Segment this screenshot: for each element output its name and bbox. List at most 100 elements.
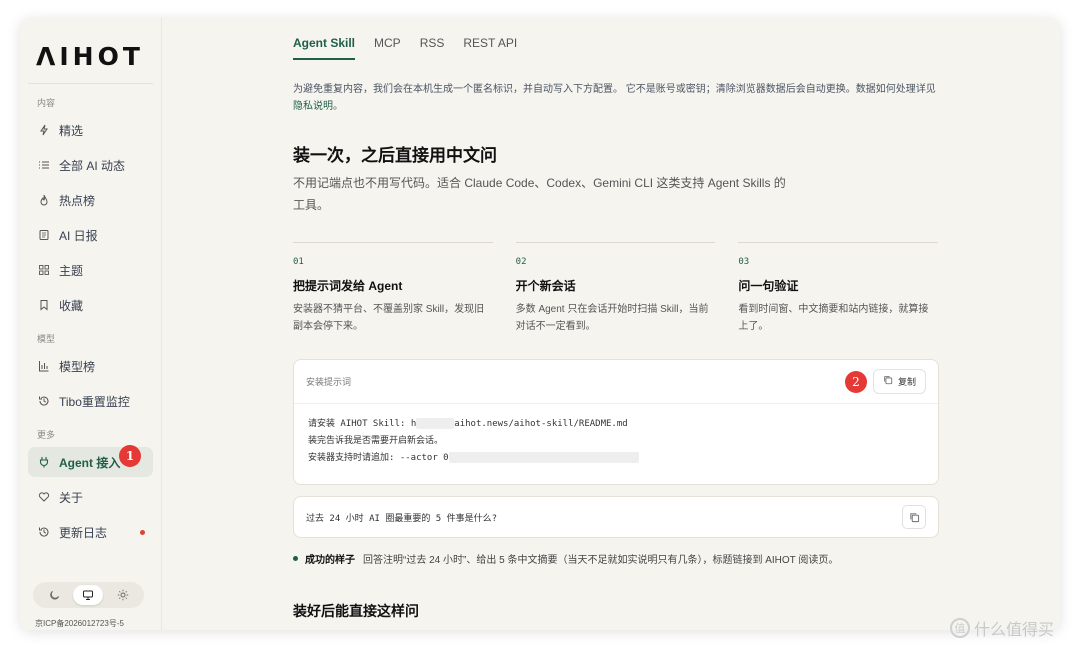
nav-item-all-ai[interactable]: 全部 AI 动态: [28, 150, 153, 180]
success-label: 成功的样子: [305, 555, 355, 566]
nav-item-daily[interactable]: AI 日报: [28, 220, 153, 250]
theme-switch: [33, 582, 144, 608]
bullet-dot: [293, 556, 298, 561]
code-text: aihot.news/aihot-skill/README.md: [454, 419, 628, 429]
nav-item-tibo-monitor[interactable]: Tibo重置监控: [28, 386, 153, 416]
success-note: 成功的样子 回答注明“过去 24 小时”、给出 5 条中文摘要（当天不足就如实说…: [293, 551, 838, 566]
step-desc: 多数 Agent 只在会话开始时扫描 Skill，当前对话不一定看到。: [515, 304, 709, 332]
nav-label: Agent 接入: [59, 455, 121, 470]
nav-label: 精选: [59, 123, 84, 138]
nav-item-featured[interactable]: 精选: [28, 115, 153, 145]
nav-label: 关于: [59, 490, 84, 505]
code-text: 安装器支持时请追加: --actor 0: [308, 453, 449, 463]
nav-item-agent[interactable]: Agent 接入 1: [28, 445, 153, 477]
steps: 01 把提示词发给 Agent 安装器不猜平台、不覆盖别家 Skill，发现旧副…: [293, 242, 939, 335]
example-prompt: 过去 24 小时 AI 圈最重要的 5 件事是什么?: [293, 496, 939, 538]
logo[interactable]: ΛIHOT: [28, 38, 153, 84]
nav-label: 模型榜: [59, 359, 96, 374]
step-desc: 看到时间窗、中文摘要和站内链接，就算接上了。: [738, 304, 929, 332]
flame-icon: [37, 193, 51, 207]
nav-label: 热点榜: [59, 193, 96, 208]
monitor-icon[interactable]: [73, 585, 104, 605]
bookmark-icon: [37, 298, 51, 312]
watermark-icon: 值: [950, 618, 970, 638]
code-line: 装完告诉我是否需要开启新会话。: [308, 436, 444, 446]
grid-icon: [37, 263, 51, 277]
copy-icon[interactable]: [902, 505, 926, 529]
nav-item-topics[interactable]: 主题: [28, 255, 153, 285]
copy-label: 复制: [897, 377, 916, 387]
step-title: 把提示词发给 Agent: [293, 279, 403, 293]
watermark: 值 什么值得买: [950, 616, 1054, 640]
nav-item-hot[interactable]: 热点榜: [28, 185, 153, 215]
success-text: 回答注明“过去 24 小时”、给出 5 条中文摘要（当天不足就如实说明只有几条）…: [363, 555, 839, 566]
install-code-block[interactable]: 请安装 AIHOT Skill: h aihot.news/aihot-skill…: [294, 404, 938, 479]
app-window: ΛIHOT 内容 精选 全部 AI 动态 热点榜 AI 日报 主题 收藏 模型 …: [20, 18, 1060, 630]
copy-button[interactable]: 复制: [872, 369, 926, 394]
tab-agent-skill[interactable]: Agent Skill: [293, 36, 356, 60]
plug-icon: [37, 455, 51, 469]
anonymous-id-notice: 为避免重复内容，我们会在本机生成一个匿名标识，并自动写入下方配置。 它不是账号或…: [293, 81, 941, 115]
notice-text: 为避免重复内容，我们会在本机生成一个匿名标识，并自动写入下方配置。 它不是账号或…: [293, 84, 936, 95]
heart-icon: [37, 490, 51, 504]
nav-label: Tibo重置监控: [59, 394, 130, 409]
code-line: 请安装 AIHOT Skill: h aihot.news/aihot-skill…: [308, 416, 924, 433]
bar-chart-icon: [37, 359, 51, 373]
annotation-badge-1: 1: [119, 445, 141, 467]
code-text: 请安装 AIHOT Skill: h: [308, 419, 417, 429]
step-item: 01 把提示词发给 Agent 安装器不猜平台、不覆盖别家 Skill，发现旧副…: [293, 242, 493, 335]
privacy-link[interactable]: 隐私说明: [293, 101, 333, 112]
sidebar: ΛIHOT 内容 精选 全部 AI 动态 热点榜 AI 日报 主题 收藏 模型 …: [20, 18, 162, 630]
history-icon: [37, 394, 51, 408]
install-prompt-card: 安装提示词 2 复制 请安装 AIHOT Skill: h aihot.news/…: [293, 359, 939, 485]
moon-icon[interactable]: [39, 585, 69, 605]
notice-tail: 。: [333, 101, 343, 112]
icp-license[interactable]: 京ICP备2026012723号-5: [35, 618, 124, 629]
nav-group-more: Agent 接入 1 关于 更新日志: [28, 445, 153, 547]
section-label-model: 模型: [37, 334, 56, 344]
lightning-icon: [37, 123, 51, 137]
card-header: 安装提示词 2 复制: [294, 360, 938, 404]
nav-label: 主题: [59, 263, 84, 278]
nav-label: 全部 AI 动态: [59, 158, 126, 173]
main-content: Agent Skill MCP RSS REST API 为避免重复内容，我们会…: [162, 18, 1060, 630]
annotation-badge-2: 2: [844, 370, 867, 393]
redacted-block: [416, 418, 455, 429]
nav-item-about[interactable]: 关于: [28, 482, 153, 512]
step-title: 开个新会话: [515, 279, 576, 293]
section-label-more: 更多: [37, 430, 56, 440]
nav-label: AI 日报: [59, 228, 98, 243]
code-line: 安装器支持时请追加: --actor 0: [308, 450, 924, 467]
nav-label: 更新日志: [59, 525, 108, 540]
example-prompt-text: 过去 24 小时 AI 圈最重要的 5 件事是什么?: [306, 513, 498, 524]
redacted-block: [448, 452, 639, 463]
step-desc: 安装器不猜平台、不覆盖别家 Skill，发现旧副本会停下来。: [293, 304, 485, 332]
nav-item-model-rank[interactable]: 模型榜: [28, 351, 153, 381]
nav-label: 收藏: [59, 298, 84, 313]
nav-group-content: 精选 全部 AI 动态 热点榜 AI 日报 主题 收藏: [28, 115, 153, 320]
newspaper-icon: [37, 228, 51, 242]
card-label: 安装提示词: [306, 377, 352, 387]
watermark-text: 什么值得买: [974, 622, 1055, 639]
history-icon: [37, 525, 51, 539]
nav-item-favorites[interactable]: 收藏: [28, 290, 153, 320]
step-number: 03: [738, 257, 750, 267]
step-number: 02: [515, 257, 527, 267]
step-number: 01: [293, 257, 304, 267]
step-item: 03 问一句验证 看到时间窗、中文摘要和站内链接，就算接上了。: [738, 242, 939, 335]
step-title: 问一句验证: [738, 279, 799, 293]
nav-item-changelog[interactable]: 更新日志: [28, 517, 153, 547]
section-heading: 装一次，之后直接用中文问: [293, 146, 497, 165]
tab-bar: Agent Skill MCP RSS REST API: [293, 36, 517, 60]
copy-icon: [883, 375, 893, 388]
section-heading-2: 装好后能直接这样问: [293, 603, 419, 619]
step-item: 02 开个新会话 多数 Agent 只在会话开始时扫描 Skill，当前对话不一…: [515, 242, 716, 335]
tab-rss[interactable]: RSS: [420, 36, 445, 60]
section-label-content: 内容: [37, 98, 56, 108]
sun-icon[interactable]: [108, 585, 138, 605]
tab-mcp[interactable]: MCP: [374, 36, 401, 60]
list-icon: [37, 158, 51, 172]
tab-rest-api[interactable]: REST API: [463, 36, 517, 60]
section-lead: 不用记端点也不用写代码。适合 Claude Code、Codex、Gemini …: [293, 176, 786, 212]
nav-group-model: 模型榜 Tibo重置监控: [28, 351, 153, 416]
